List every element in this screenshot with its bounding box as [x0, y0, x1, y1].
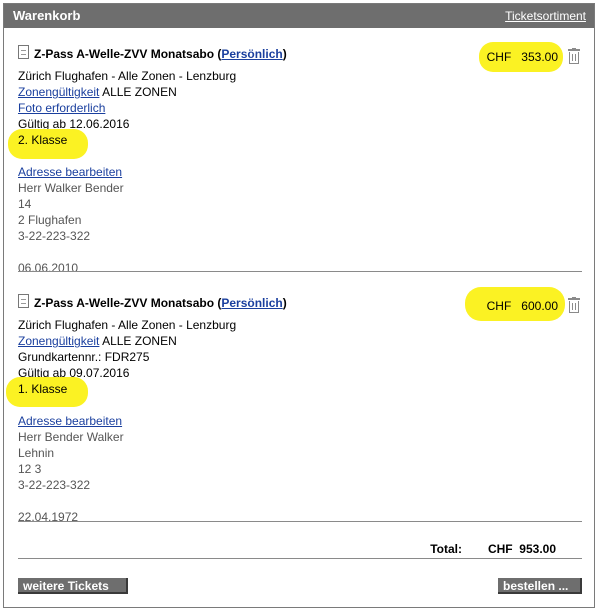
- address-line: Adresse bearbeiten: [18, 164, 122, 180]
- photo-line: Foto erforderlich: [18, 100, 105, 116]
- total-row: Total: CHF 953.00: [18, 541, 582, 557]
- edit-address-link[interactable]: Adresse bearbeiten: [18, 414, 122, 428]
- address-line-3: 2 Flughafen: [18, 213, 82, 227]
- address-line-2: 14: [18, 197, 32, 211]
- edit-address-link[interactable]: Adresse bearbeiten: [18, 165, 122, 179]
- address-line-3: 12 3: [18, 462, 42, 476]
- document-icon: [18, 45, 29, 59]
- zone-line: Zonengültigkeit ALLE ZONEN: [18, 333, 177, 349]
- personal-link[interactable]: Persönlich: [221, 47, 282, 61]
- total-amount: CHF 953.00: [488, 541, 556, 557]
- total-currency: CHF: [487, 542, 513, 556]
- address-name: Herr Walker Bender: [18, 181, 124, 195]
- photo-required-link[interactable]: Foto erforderlich: [18, 101, 105, 115]
- route: Zürich Flughafen - Alle Zonen - Lenzburg: [18, 318, 237, 332]
- personal-link[interactable]: Persönlich: [221, 296, 282, 310]
- total-label: Total:: [430, 542, 462, 556]
- item-price: CHF 353.00: [478, 48, 558, 66]
- birthdate: 22.04.1972: [18, 510, 79, 524]
- price-currency: CHF: [486, 50, 512, 64]
- cart-title: Warenkorb: [13, 8, 81, 23]
- route: Zürich Flughafen - Alle Zonen - Lenzburg: [18, 69, 237, 83]
- address-line-2: Lehnin: [18, 446, 55, 460]
- cart-item-1: Z-Pass A-Welle-ZVV Monatsabo (Persönlich…: [8, 42, 582, 275]
- card-number: Grundkartennr.: FDR275: [18, 350, 150, 364]
- product-title: Z-Pass A-Welle-ZVV Monatsabo (Persönlich…: [34, 295, 287, 311]
- product-name: Z-Pass A-Welle-ZVV Monatsabo: [34, 47, 215, 61]
- travel-class: 1. Klasse: [18, 382, 68, 396]
- address-name: Herr Bender Walker: [18, 430, 124, 444]
- document-icon: [18, 294, 29, 308]
- price-value: 600.00: [521, 299, 558, 313]
- ticket-assortment-link[interactable]: Ticketsortiment: [505, 9, 586, 23]
- zone-validity-link[interactable]: Zonengültigkeit: [18, 85, 99, 99]
- address-line-4: 3-22-223-322: [18, 478, 91, 492]
- divider: [18, 558, 582, 559]
- product-title: Z-Pass A-Welle-ZVV Monatsabo (Persönlich…: [34, 46, 287, 62]
- cart-panel: Warenkorb Ticketsortiment Z-Pass A-Welle…: [3, 3, 595, 608]
- price-value: 353.00: [521, 50, 558, 64]
- paren-close: ): [282, 47, 287, 61]
- address-line: Adresse bearbeiten: [18, 413, 122, 429]
- total-value: 953.00: [519, 542, 556, 556]
- zone-validity-link[interactable]: Zonengültigkeit: [18, 334, 99, 348]
- item-price: CHF 600.00: [478, 297, 558, 315]
- zone-value: ALLE ZONEN: [99, 85, 177, 99]
- birthdate: 06.06.2010: [18, 261, 79, 275]
- more-tickets-button[interactable]: weitere Tickets: [18, 578, 128, 594]
- divider: [18, 271, 582, 272]
- trash-icon[interactable]: [568, 297, 580, 313]
- paren-close: ): [282, 296, 287, 310]
- cart-item-2: Z-Pass A-Welle-ZVV Monatsabo (Persönlich…: [6, 287, 582, 524]
- product-name: Z-Pass A-Welle-ZVV Monatsabo: [34, 296, 215, 310]
- travel-class: 2. Klasse: [18, 133, 68, 147]
- trash-icon[interactable]: [568, 48, 580, 64]
- order-button[interactable]: bestellen ...: [498, 578, 582, 594]
- zone-line: Zonengültigkeit ALLE ZONEN: [18, 84, 177, 100]
- price-currency: CHF: [486, 299, 512, 313]
- cart-header: Warenkorb Ticketsortiment: [4, 4, 594, 28]
- address-line-4: 3-22-223-322: [18, 229, 91, 243]
- zone-value: ALLE ZONEN: [99, 334, 177, 348]
- divider: [18, 521, 582, 522]
